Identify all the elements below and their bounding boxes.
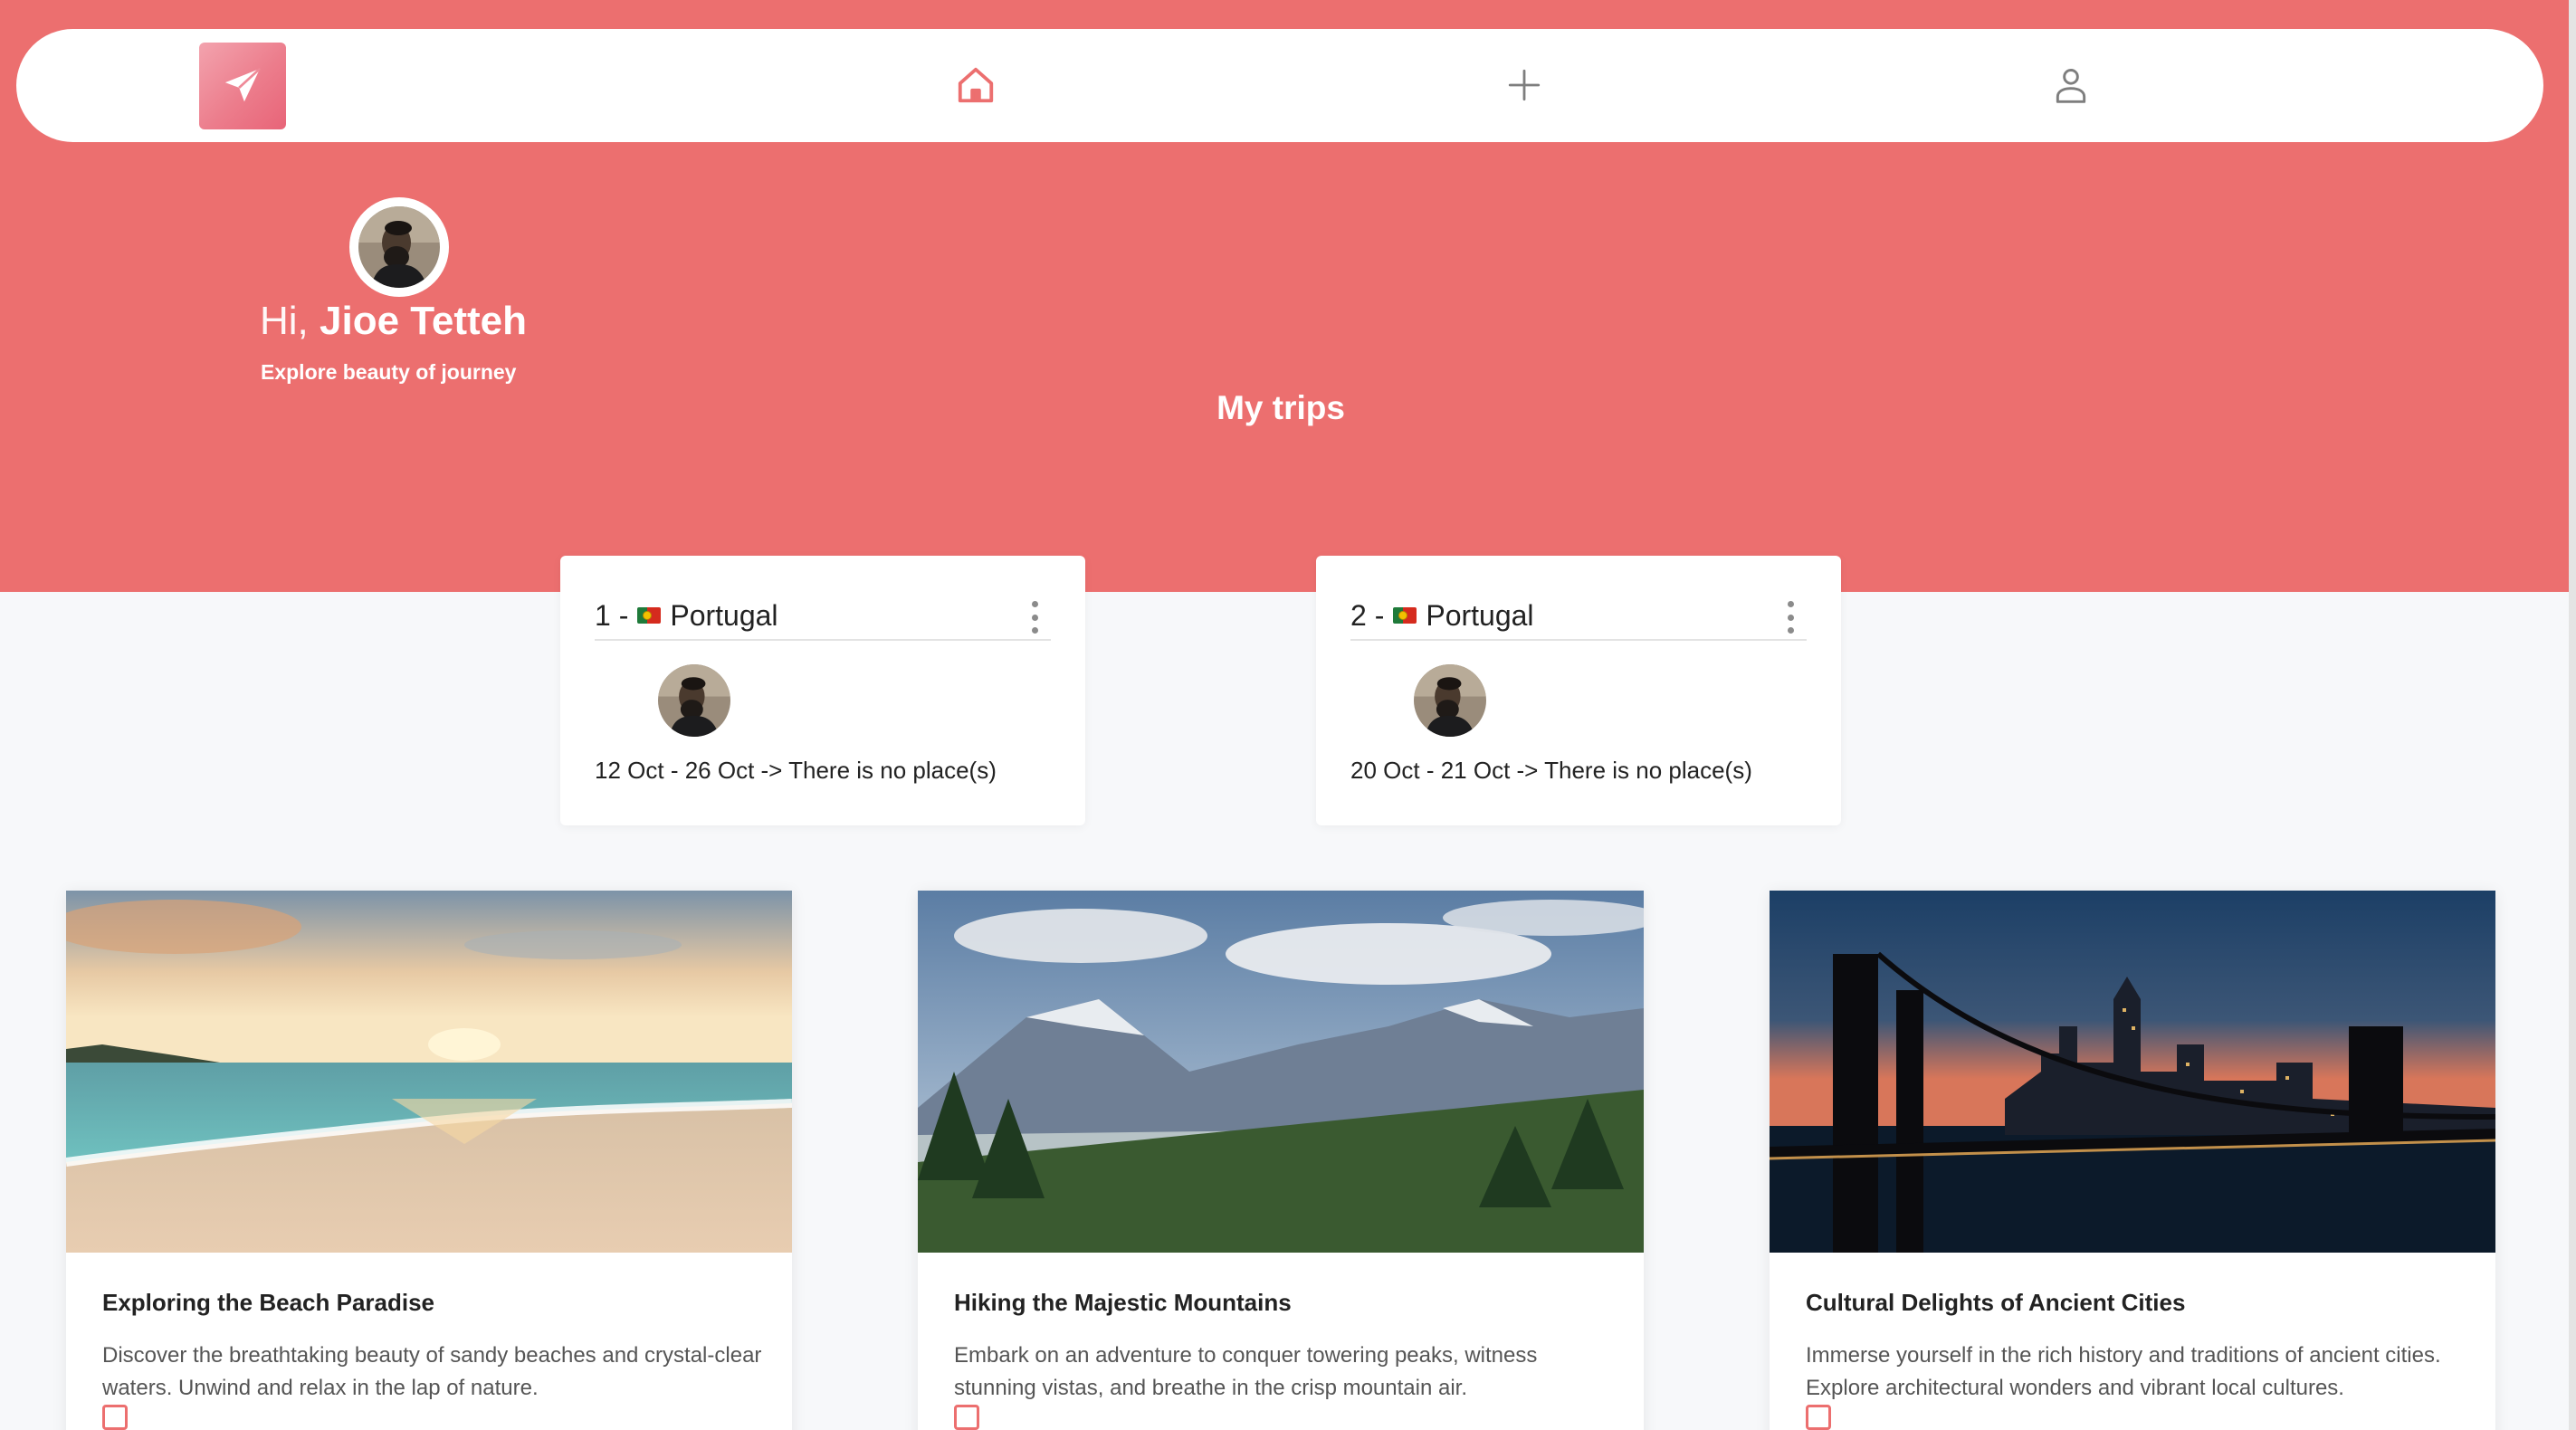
- destination-description: Discover the breathtaking beauty of sand…: [102, 1343, 762, 1400]
- mountain-image: [918, 891, 1644, 1253]
- destination-card[interactable]: Hiking the Majestic Mountains Embark on …: [918, 891, 1644, 1430]
- greeting-hi: Hi,: [260, 299, 309, 343]
- portugal-flag-icon: [1393, 607, 1417, 624]
- profile-avatar[interactable]: [349, 197, 449, 297]
- trip-card-header: 2 - Portugal: [1350, 592, 1807, 641]
- greeting-tagline: Explore beauty of journey: [261, 360, 517, 384]
- trip-card[interactable]: 1 - Portugal 12 Oct - 26 Oct -> There is…: [560, 556, 1085, 825]
- home-icon: [958, 67, 994, 103]
- trip-options-menu-icon[interactable]: [1027, 601, 1042, 634]
- scrollbar-track[interactable]: [2569, 0, 2576, 1430]
- trip-card[interactable]: 2 - Portugal 20 Oct - 21 Oct -> There is…: [1316, 556, 1841, 825]
- trip-number: 2 -: [1350, 598, 1385, 632]
- plus-icon: [1508, 69, 1541, 101]
- destination-card[interactable]: Cultural Delights of Ancient Cities Imme…: [1770, 891, 2495, 1430]
- trip-member-avatar: [658, 664, 730, 737]
- my-trips-heading: My trips: [1216, 389, 1345, 426]
- user-icon: [2056, 69, 2086, 103]
- destination-checkbox[interactable]: [1806, 1405, 1831, 1430]
- destination-title: Hiking the Majestic Mountains: [954, 1289, 1292, 1316]
- trip-number: 1 -: [595, 598, 629, 632]
- destination-description: Immerse yourself in the rich history and…: [1806, 1343, 2441, 1400]
- trip-dates: 12 Oct - 26 Oct -> There is no place(s): [595, 757, 997, 784]
- nav-profile-button[interactable]: [2042, 56, 2100, 114]
- user-name: Jioe Tetteh: [320, 299, 528, 343]
- city-bridge-image: [1770, 891, 2495, 1253]
- avatar-photo: [658, 664, 730, 737]
- avatar-photo: [358, 206, 440, 288]
- destination-checkbox[interactable]: [102, 1405, 128, 1430]
- paper-plane-icon: [224, 67, 262, 102]
- app-logo[interactable]: [199, 43, 286, 129]
- nav-add-trip-button[interactable]: [1495, 56, 1553, 114]
- destination-title: Exploring the Beach Paradise: [102, 1289, 435, 1316]
- trip-options-menu-icon[interactable]: [1783, 601, 1798, 634]
- top-navbar: [16, 29, 2543, 142]
- avatar-photo: [1414, 664, 1486, 737]
- trip-country: Portugal: [670, 598, 778, 632]
- destination-checkbox[interactable]: [954, 1405, 979, 1430]
- trip-card-header: 1 - Portugal: [595, 592, 1051, 641]
- trip-dates: 20 Oct - 21 Oct -> There is no place(s): [1350, 757, 1752, 784]
- destination-description: Embark on an adventure to conquer toweri…: [954, 1343, 1538, 1400]
- destination-card[interactable]: Exploring the Beach Paradise Discover th…: [66, 891, 792, 1430]
- destination-title: Cultural Delights of Ancient Cities: [1806, 1289, 2186, 1316]
- trip-member-avatar: [1414, 664, 1486, 737]
- beach-image: [66, 891, 792, 1253]
- greeting-heading: Hi, Jioe Tetteh: [260, 299, 527, 344]
- portugal-flag-icon: [637, 607, 662, 624]
- trip-country: Portugal: [1426, 598, 1534, 632]
- nav-home-button[interactable]: [947, 56, 1005, 114]
